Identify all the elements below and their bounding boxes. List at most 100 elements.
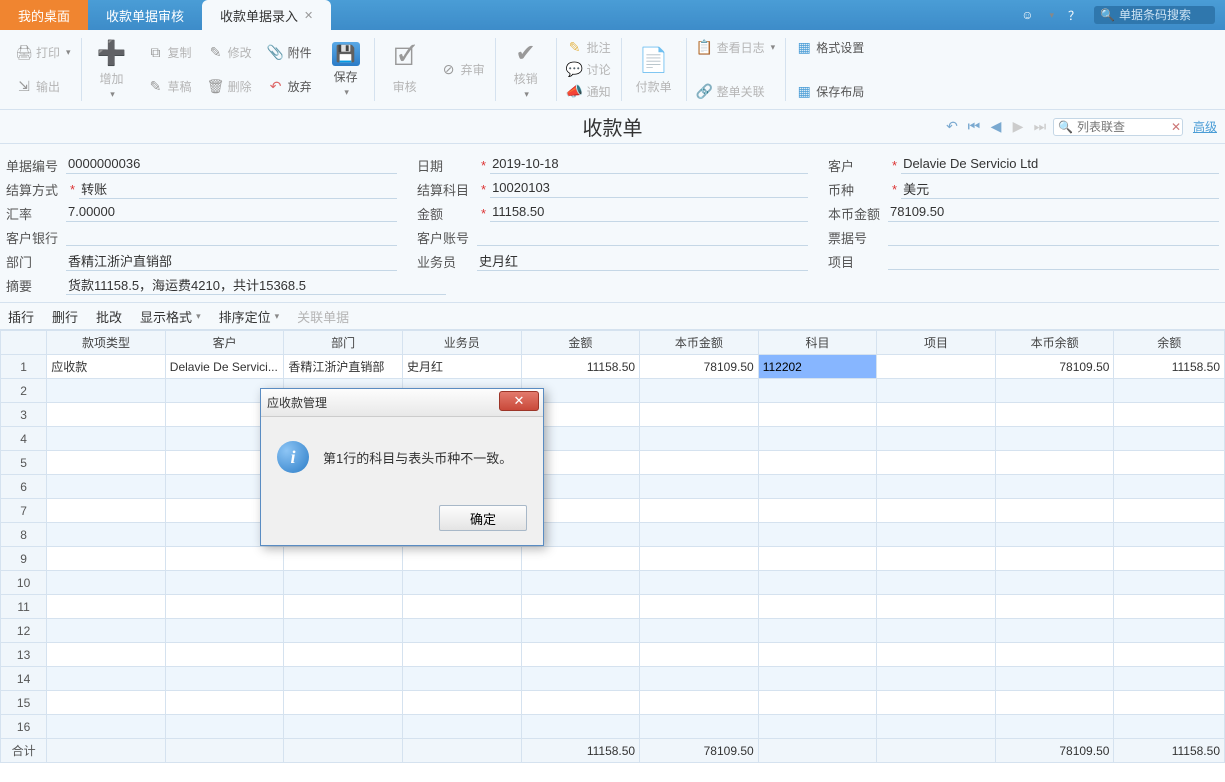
sort-button[interactable]: 排序定位▾: [219, 307, 280, 326]
discuss-button[interactable]: 💬讨论: [563, 59, 615, 80]
help-icon[interactable]: ？: [1068, 7, 1080, 24]
table-row[interactable]: 12: [1, 619, 1225, 643]
format-icon: ▦: [796, 40, 812, 56]
hexiao-button[interactable]: ✔核销▾: [502, 38, 550, 102]
dialog-ok-button[interactable]: 确定: [439, 505, 527, 531]
related-button[interactable]: 关联单据: [297, 307, 349, 326]
table-row[interactable]: 5: [1, 451, 1225, 475]
col-amount[interactable]: 金额: [521, 331, 640, 355]
barcode-search-input[interactable]: [1119, 8, 1209, 22]
close-icon[interactable]: ✕: [304, 9, 313, 22]
table-row[interactable]: 7: [1, 499, 1225, 523]
table-row[interactable]: 6: [1, 475, 1225, 499]
last-icon[interactable]: ⏭: [1031, 118, 1049, 136]
table-row[interactable]: 9: [1, 547, 1225, 571]
list-search-input[interactable]: [1077, 120, 1167, 134]
table-row[interactable]: 3: [1, 403, 1225, 427]
dialog-title-bar[interactable]: 应收款管理 ✕: [261, 389, 543, 417]
link-button[interactable]: 🔗整单关联: [693, 81, 780, 102]
col-baseamount[interactable]: 本币金额: [640, 331, 759, 355]
tab-entry[interactable]: 收款单据录入 ✕: [202, 0, 331, 30]
col-ywy[interactable]: 业务员: [402, 331, 521, 355]
search-icon: 🔍: [1058, 120, 1073, 134]
attach-button[interactable]: 📎附件: [264, 42, 316, 63]
add-button[interactable]: ➕增加▾: [88, 38, 136, 102]
table-row[interactable]: 2: [1, 379, 1225, 403]
col-rownum[interactable]: [1, 331, 47, 355]
table-row[interactable]: 4: [1, 427, 1225, 451]
col-subject[interactable]: 科目: [758, 331, 877, 355]
undo-nav-icon[interactable]: ↶: [943, 118, 961, 136]
col-dept[interactable]: 部门: [284, 331, 403, 355]
table-row[interactable]: 8: [1, 523, 1225, 547]
prev-icon[interactable]: ◀: [987, 118, 1005, 136]
modify-button[interactable]: ✎修改: [204, 42, 256, 63]
paybill-button[interactable]: 📄付款单: [628, 38, 680, 102]
insert-row-button[interactable]: 插行: [8, 307, 34, 326]
notify-button[interactable]: 📣通知: [563, 81, 615, 102]
reject-button[interactable]: ⊘弃审: [437, 59, 489, 80]
baseamount-field[interactable]: 78109.50: [888, 204, 1219, 222]
save-button[interactable]: 💾保存▾: [324, 38, 368, 102]
currency-field[interactable]: 美元: [901, 179, 1219, 199]
table-row[interactable]: 15: [1, 691, 1225, 715]
docno-field[interactable]: 0000000036: [66, 156, 397, 174]
rate-field[interactable]: 7.00000: [66, 204, 397, 222]
table-row[interactable]: 13: [1, 643, 1225, 667]
first-icon[interactable]: ⏮: [965, 118, 983, 136]
summary-field[interactable]: 货款11158.5，海运费4210，共计15368.5: [66, 275, 446, 295]
col-project[interactable]: 项目: [877, 331, 996, 355]
col-type[interactable]: 款项类型: [47, 331, 166, 355]
audit-button[interactable]: 🗹审核: [381, 38, 429, 102]
advanced-link[interactable]: 高级: [1193, 118, 1217, 135]
table-row[interactable]: 14: [1, 667, 1225, 691]
table-row[interactable]: 10: [1, 571, 1225, 595]
dept-field[interactable]: 香精江浙沪直销部: [66, 251, 397, 271]
tab-desktop[interactable]: 我的桌面: [0, 0, 88, 30]
edit-icon: ✎: [208, 45, 224, 61]
barcode-search[interactable]: 🔍: [1094, 6, 1215, 24]
smile-icon[interactable]: ☺: [1021, 8, 1033, 22]
date-field[interactable]: 2019-10-18: [490, 156, 808, 174]
col-basebalance[interactable]: 本币余额: [995, 331, 1114, 355]
pizhu-button[interactable]: ✎批注: [563, 37, 615, 58]
delete-icon: 🗑: [208, 78, 224, 94]
project-label: 项目: [828, 252, 888, 271]
subject-field[interactable]: 10020103: [490, 180, 808, 198]
col-balance[interactable]: 余额: [1114, 331, 1225, 355]
project-field[interactable]: [888, 252, 1219, 270]
print-button[interactable]: 🖨打印▾: [12, 42, 75, 63]
table-row[interactable]: 11: [1, 595, 1225, 619]
list-search[interactable]: 🔍 ✕: [1053, 118, 1183, 136]
abandon-button[interactable]: ↶放弃: [264, 76, 316, 97]
table-row[interactable]: 1应收款Delavie De Servici...香精江浙沪直销部史月红1115…: [1, 355, 1225, 379]
ywy-field[interactable]: 史月红: [477, 251, 808, 271]
customer-field[interactable]: Delavie De Servicio Ltd: [901, 156, 1219, 174]
copy-icon: ⧉: [148, 45, 164, 61]
chevron-down-icon[interactable]: ▾: [1050, 10, 1055, 21]
copy-button[interactable]: ⧉复制: [144, 42, 196, 63]
output-button[interactable]: ⇲输出: [12, 76, 75, 97]
dialog-close-button[interactable]: ✕: [499, 391, 539, 411]
custacct-field[interactable]: [477, 228, 808, 246]
tab-audit[interactable]: 收款单据审核: [88, 0, 202, 30]
data-grid[interactable]: 款项类型 客户 部门 业务员 金额 本币金额 科目 项目 本币余额 余额 1应收…: [0, 330, 1225, 763]
draft-button[interactable]: ✎草稿: [144, 76, 196, 97]
next-icon[interactable]: ▶: [1009, 118, 1027, 136]
batch-button[interactable]: 批改: [96, 307, 122, 326]
col-customer[interactable]: 客户: [165, 331, 284, 355]
note-icon: ✎: [567, 39, 583, 55]
viewlog-button[interactable]: 📋查看日志▾: [693, 37, 780, 58]
display-format-button[interactable]: 显示格式▾: [140, 307, 201, 326]
custbank-field[interactable]: [66, 228, 397, 246]
delete-button[interactable]: 🗑删除: [204, 76, 256, 97]
delete-row-button[interactable]: 删行: [52, 307, 78, 326]
table-row[interactable]: 16: [1, 715, 1225, 739]
grid-toolbar: 插行 删行 批改 显示格式▾ 排序定位▾ 关联单据: [0, 302, 1225, 330]
format-button[interactable]: ▦格式设置: [792, 37, 868, 58]
savelayout-button[interactable]: ▦保存布局: [792, 81, 868, 102]
billno-field[interactable]: [888, 228, 1219, 246]
settle-field[interactable]: 转账: [79, 179, 397, 199]
clear-icon[interactable]: ✕: [1171, 120, 1181, 134]
amount-field[interactable]: 11158.50: [490, 204, 808, 222]
